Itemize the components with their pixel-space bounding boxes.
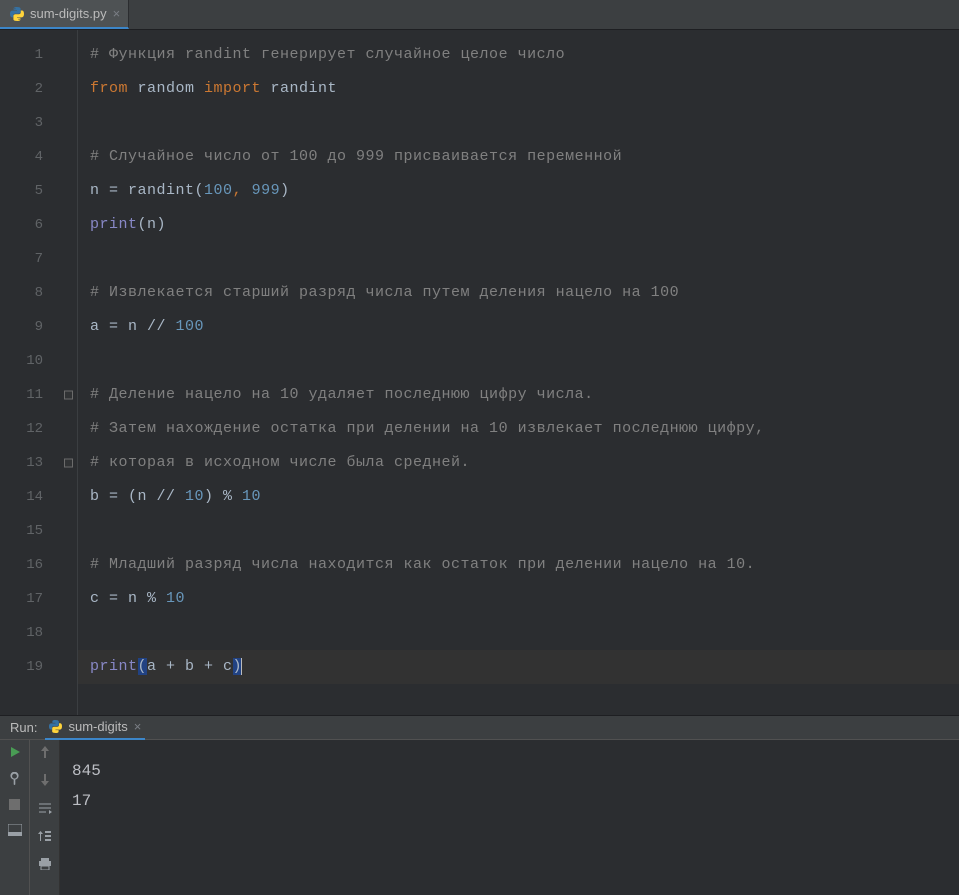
- code-line[interactable]: print(n): [78, 208, 959, 242]
- line-number: 4: [0, 140, 77, 174]
- line-number: 6: [0, 208, 77, 242]
- line-number: 1: [0, 38, 77, 72]
- tab-filename: sum-digits.py: [30, 6, 107, 21]
- line-number: 9: [0, 310, 77, 344]
- line-number: 5: [0, 174, 77, 208]
- code-line[interactable]: c = n % 10: [78, 582, 959, 616]
- line-number: 7: [0, 242, 77, 276]
- run-toolbar-output: [30, 740, 60, 895]
- down-arrow-icon[interactable]: [37, 772, 53, 788]
- editor-tab-bar: sum-digits.py ×: [0, 0, 959, 30]
- output-line: 17: [72, 786, 947, 816]
- line-number: 19: [0, 650, 77, 684]
- line-number: 10: [0, 344, 77, 378]
- run-config-tab[interactable]: sum-digits ×: [45, 716, 145, 740]
- code-line[interactable]: a = n // 100: [78, 310, 959, 344]
- code-line[interactable]: from random import randint: [78, 72, 959, 106]
- code-line[interactable]: # Затем нахождение остатка при делении н…: [78, 412, 959, 446]
- line-number: 2: [0, 72, 77, 106]
- editor-tab[interactable]: sum-digits.py ×: [0, 0, 129, 29]
- code-line[interactable]: # Функция randint генерирует случайное ц…: [78, 38, 959, 72]
- up-arrow-icon[interactable]: [37, 744, 53, 760]
- run-header: Run: sum-digits ×: [0, 716, 959, 740]
- code-editor[interactable]: 12345678910111213141516171819 # Функция …: [0, 30, 959, 715]
- line-number: 14: [0, 480, 77, 514]
- python-file-icon: [49, 720, 62, 733]
- run-tool-window: Run: sum-digits ×: [0, 715, 959, 895]
- code-line[interactable]: # которая в исходном числе была средней.: [78, 446, 959, 480]
- run-config-name: sum-digits: [68, 719, 127, 734]
- code-line[interactable]: [78, 514, 959, 548]
- run-toolbar-left: [0, 740, 30, 895]
- play-icon[interactable]: [7, 744, 23, 760]
- scroll-to-end-icon[interactable]: [37, 828, 53, 844]
- line-number: 13: [0, 446, 77, 480]
- line-number: 17: [0, 582, 77, 616]
- code-line[interactable]: # Извлекается старший разряд числа путем…: [78, 276, 959, 310]
- python-file-icon: [10, 7, 24, 21]
- line-number: 3: [0, 106, 77, 140]
- line-number: 16: [0, 548, 77, 582]
- code-line[interactable]: n = randint(100, 999): [78, 174, 959, 208]
- code-line[interactable]: [78, 344, 959, 378]
- fold-marker[interactable]: [64, 391, 73, 400]
- code-line[interactable]: [78, 242, 959, 276]
- code-line[interactable]: # Случайное число от 100 до 999 присваив…: [78, 140, 959, 174]
- line-number: 15: [0, 514, 77, 548]
- run-label: Run:: [10, 720, 37, 735]
- line-number-gutter: 12345678910111213141516171819: [0, 30, 78, 715]
- output-line: 845: [72, 756, 947, 786]
- softwrap-icon[interactable]: [37, 800, 53, 816]
- code-line[interactable]: print(a + b + c): [78, 650, 959, 684]
- line-number: 12: [0, 412, 77, 446]
- layout-icon[interactable]: [7, 822, 23, 838]
- line-number: 11: [0, 378, 77, 412]
- code-line[interactable]: # Деление нацело на 10 удаляет последнюю…: [78, 378, 959, 412]
- code-area[interactable]: # Функция randint генерирует случайное ц…: [78, 30, 959, 715]
- close-icon[interactable]: ×: [113, 6, 121, 21]
- fold-marker[interactable]: [64, 459, 73, 468]
- line-number: 18: [0, 616, 77, 650]
- code-line[interactable]: b = (n // 10) % 10: [78, 480, 959, 514]
- code-line[interactable]: # Младший разряд числа находится как ост…: [78, 548, 959, 582]
- close-icon[interactable]: ×: [134, 719, 142, 734]
- code-line[interactable]: [78, 106, 959, 140]
- line-number: 8: [0, 276, 77, 310]
- run-output[interactable]: 84517: [60, 740, 959, 895]
- wrench-icon[interactable]: [7, 770, 23, 786]
- stop-icon[interactable]: [7, 796, 23, 812]
- print-icon[interactable]: [37, 856, 53, 872]
- code-line[interactable]: [78, 616, 959, 650]
